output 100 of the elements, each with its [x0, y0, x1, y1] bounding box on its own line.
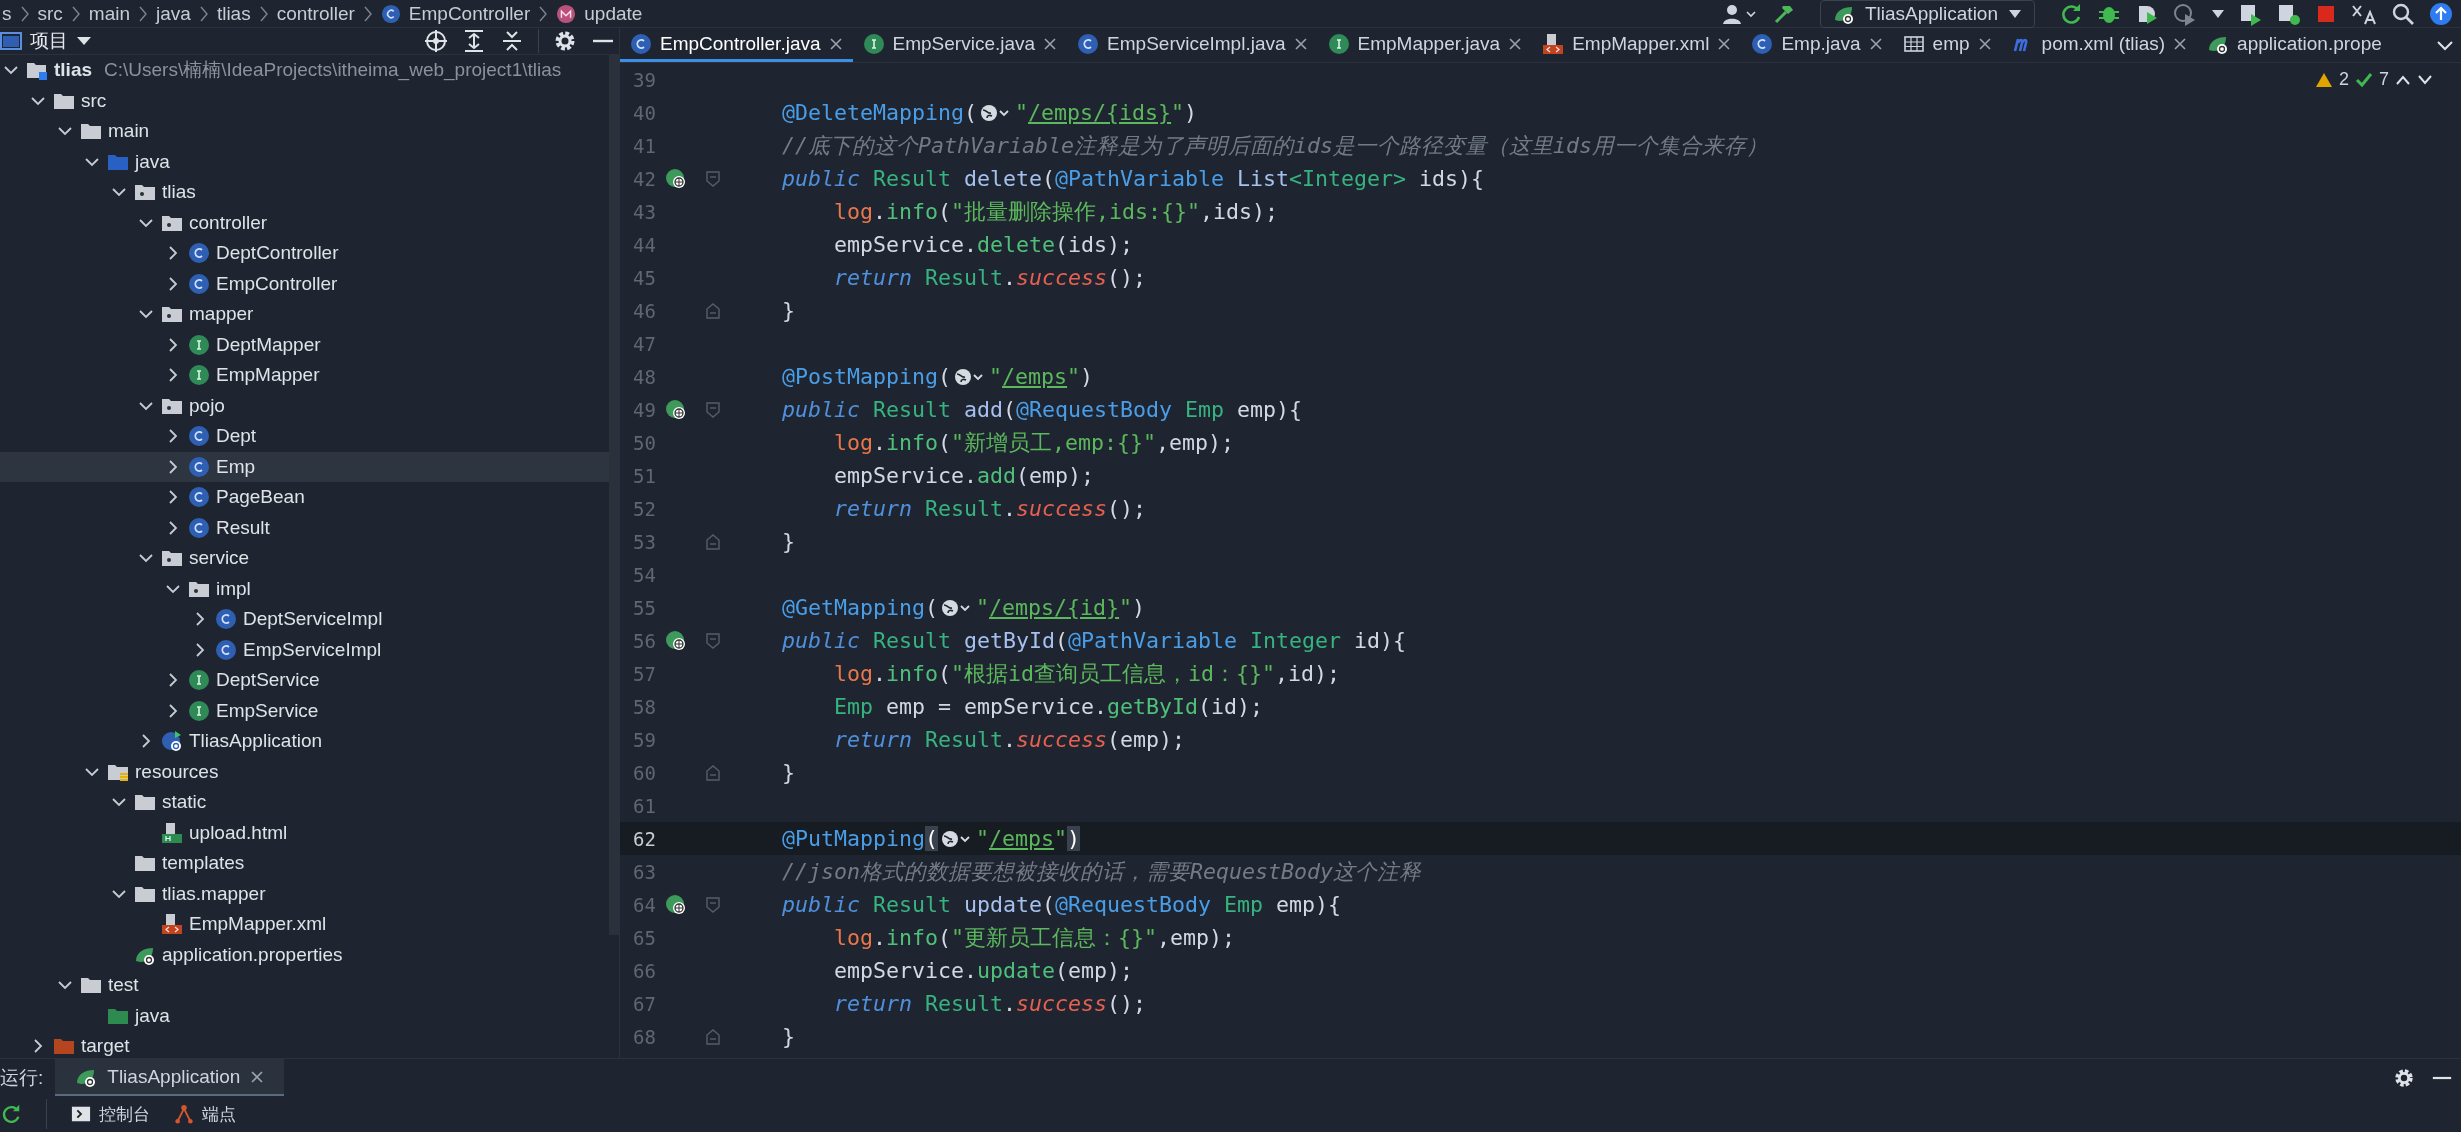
- tree-item[interactable]: templates: [0, 848, 609, 879]
- endpoint-icon[interactable]: [665, 398, 687, 421]
- warning-count[interactable]: 2: [2338, 69, 2349, 90]
- breadcrumb-item[interactable]: java: [156, 2, 191, 25]
- line-number: 67: [632, 992, 656, 1015]
- editor-tab[interactable]: EmpService.java: [852, 28, 1068, 62]
- check-icon[interactable]: [2355, 71, 2373, 88]
- breadcrumb-item[interactable]: tlias: [216, 2, 251, 25]
- panel-title[interactable]: 项目: [30, 28, 68, 54]
- tree-item[interactable]: src: [0, 85, 609, 116]
- code-text: public Result delete(@PathVariable List<Integer> ids){: [782, 166, 1485, 191]
- scrollbar[interactable]: [609, 55, 619, 935]
- code-text: empService.add(emp);: [834, 463, 1095, 488]
- tree-item[interactable]: PageBean: [0, 482, 609, 513]
- editor-tab[interactable]: EmpMapper.java: [1317, 28, 1533, 62]
- settings-icon[interactable]: [553, 29, 577, 53]
- tree-item[interactable]: main: [0, 116, 609, 147]
- endpoint-icon[interactable]: [665, 167, 687, 190]
- line-number: 65: [632, 926, 656, 949]
- tree-item[interactable]: DeptServiceImpl: [0, 604, 609, 635]
- endpoint-icon[interactable]: [665, 893, 687, 916]
- close-icon[interactable]: [1508, 36, 1523, 51]
- tree-item[interactable]: DeptController: [0, 238, 609, 269]
- tree-item[interactable]: Dept: [0, 421, 609, 452]
- code-text: @PutMapping(: [782, 826, 939, 851]
- editor-tab[interactable]: application.prope: [2197, 28, 2392, 62]
- close-icon[interactable]: [250, 1069, 265, 1084]
- close-icon[interactable]: [1043, 36, 1058, 51]
- breadcrumb-item[interactable]: update: [584, 2, 643, 25]
- tree-item[interactable]: EmpMapper.xml: [0, 909, 609, 940]
- collapse-all-icon[interactable]: [500, 29, 524, 53]
- tree-item[interactable]: static: [0, 787, 609, 818]
- tree-item[interactable]: EmpMapper: [0, 360, 609, 391]
- tree-item[interactable]: controller: [0, 207, 609, 238]
- close-icon[interactable]: [1977, 36, 1992, 51]
- breadcrumb-item[interactable]: controller: [276, 2, 355, 25]
- close-icon[interactable]: [828, 36, 843, 51]
- close-icon[interactable]: [1293, 36, 1308, 51]
- panel-view-tab[interactable]: 控制台: [99, 1102, 150, 1126]
- tree-item[interactable]: pojo: [0, 390, 609, 421]
- chevron-up-icon[interactable]: [2395, 73, 2411, 86]
- editor-tab[interactable]: EmpController.java: [620, 28, 853, 62]
- tree-item[interactable]: EmpController: [0, 268, 609, 299]
- tree-item[interactable]: target: [0, 1031, 609, 1062]
- user-icon[interactable]: [1721, 2, 1758, 25]
- tree-item[interactable]: resources: [0, 756, 609, 787]
- tree-item[interactable]: mapper: [0, 299, 609, 330]
- tree-item[interactable]: Result: [0, 512, 609, 543]
- endpoint-icon[interactable]: [665, 629, 687, 652]
- tree-item[interactable]: Emp: [0, 451, 609, 482]
- caret-icon[interactable]: [76, 36, 92, 46]
- editor-tab[interactable]: emp: [1892, 28, 2002, 62]
- run-configuration-dropdown[interactable]: TliasApplication: [1819, 0, 2035, 28]
- passed-count[interactable]: 7: [2379, 69, 2389, 90]
- tree-item[interactable]: test: [0, 970, 609, 1001]
- tree-item[interactable]: tlias: [0, 177, 609, 208]
- tree-item[interactable]: service: [0, 543, 609, 574]
- breadcrumb-item[interactable]: s: [2, 2, 12, 25]
- tree-item[interactable]: impl: [0, 573, 609, 604]
- rerun-icon[interactable]: [0, 1103, 22, 1125]
- warning-icon[interactable]: [2314, 71, 2333, 88]
- expand-all-icon[interactable]: [462, 29, 486, 53]
- line-number: 61: [632, 794, 656, 817]
- line-number: 62: [632, 827, 656, 850]
- tree-item[interactable]: EmpServiceImpl: [0, 634, 609, 665]
- panel-view-tab[interactable]: 端点: [202, 1102, 236, 1126]
- editor-tab[interactable]: EmpMapper.xml: [1532, 28, 1742, 62]
- method-icon: [556, 3, 577, 24]
- caret-icon[interactable]: [2211, 8, 2225, 19]
- editor-tab[interactable]: pom.xml (tlias): [2001, 28, 2198, 62]
- html-file-icon: [161, 821, 183, 844]
- tree-item[interactable]: java: [0, 146, 609, 177]
- close-icon[interactable]: [2173, 36, 2188, 51]
- breadcrumb-item[interactable]: src: [37, 2, 63, 25]
- run-label: 运行:: [0, 1065, 44, 1090]
- code-text: //底下的这个PathVariable注释是为了声明后面的ids是一个路径变量（这里ids用一个集合来存）: [782, 132, 1768, 160]
- locate-icon[interactable]: [424, 29, 448, 53]
- tree-item[interactable]: EmpService: [0, 695, 609, 726]
- breadcrumb-item[interactable]: EmpController: [408, 2, 531, 25]
- line-number: 47: [632, 332, 656, 355]
- tree-item[interactable]: java: [0, 1000, 609, 1031]
- tree-item[interactable]: tlias C:\Users\楠楠\IdeaProjects\itheima_web_project1\tlias: [0, 55, 609, 86]
- breadcrumb-item[interactable]: main: [88, 2, 130, 25]
- chevron-down-icon[interactable]: [2417, 73, 2433, 86]
- close-icon[interactable]: [1717, 36, 1732, 51]
- line-number: 43: [632, 200, 656, 223]
- tree-item[interactable]: application.properties: [0, 939, 609, 970]
- search-icon[interactable]: [2391, 1, 2415, 26]
- tree-item[interactable]: DeptService: [0, 665, 609, 696]
- tree-item[interactable]: tlias.mapper: [0, 878, 609, 909]
- editor-tab[interactable]: EmpServiceImpl.java: [1067, 28, 1318, 62]
- settings-icon[interactable]: [2393, 1066, 2415, 1089]
- close-icon[interactable]: [1868, 36, 1883, 51]
- tree-item[interactable]: DeptMapper: [0, 329, 609, 360]
- update-icon[interactable]: [2429, 1, 2453, 26]
- profile-icon[interactable]: [2173, 1, 2197, 26]
- run-tab[interactable]: TliasApplication: [55, 1059, 285, 1096]
- tree-item[interactable]: TliasApplication: [0, 726, 609, 757]
- tree-item[interactable]: upload.html: [0, 817, 609, 848]
- editor-tab[interactable]: Emp.java: [1741, 28, 1893, 62]
